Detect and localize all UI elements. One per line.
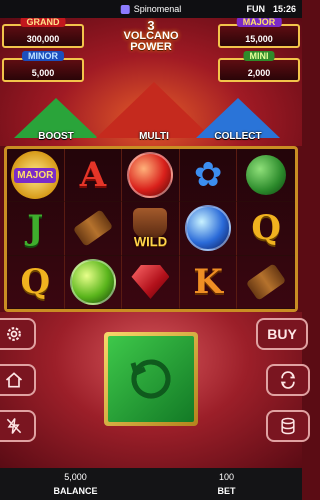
bet-label: BET xyxy=(217,486,236,496)
balance-display: 5,000 BALANCE xyxy=(0,468,151,500)
jackpot-grand: GRAND 300,000 xyxy=(2,18,84,48)
home-button[interactable] xyxy=(0,364,36,396)
symbol-j: J xyxy=(27,208,44,249)
reel-cell xyxy=(237,256,295,309)
reel-cell: Q xyxy=(237,202,295,256)
settings-button[interactable] xyxy=(0,318,36,350)
volcano-collect-label: COLLECT xyxy=(214,131,262,142)
jackpot-major-value: 15,000 xyxy=(245,34,273,44)
symbol-q: Q xyxy=(20,261,51,302)
volcano-boost: BOOST xyxy=(14,98,98,142)
green-orb-icon xyxy=(69,258,116,305)
buy-button[interactable]: BUY xyxy=(256,318,308,350)
spin-button[interactable] xyxy=(104,332,198,426)
reel-cell: ✿ xyxy=(179,149,238,203)
reel-grid: MAJOR A ✿ J WILD Q Q K xyxy=(4,146,298,312)
jackpot-major: MAJOR 15,000 xyxy=(218,18,300,48)
gear-icon xyxy=(7,327,21,341)
reel-cell: WILD xyxy=(122,202,180,256)
app-name: Spinomenal xyxy=(133,4,182,14)
coin-stack-icon xyxy=(281,417,295,435)
volcano-multi-label: MULTI xyxy=(139,131,169,142)
reel-cell xyxy=(122,149,180,203)
wild-symbol: WILD xyxy=(133,207,168,249)
game-header: GRAND 300,000 MINOR 5,000 MAJOR 15,000 M… xyxy=(0,18,302,146)
drum-icon xyxy=(245,263,287,301)
jackpot-mini: MINI 2,000 xyxy=(218,51,300,82)
drum-icon xyxy=(72,209,114,248)
balance-value: 5,000 xyxy=(64,472,87,482)
red-orb-icon xyxy=(127,152,174,199)
major-coin-icon: MAJOR xyxy=(11,151,60,200)
spin-arrow-icon xyxy=(130,359,171,399)
reel-cell: K xyxy=(179,255,238,309)
coconut-drink-icon xyxy=(246,155,287,196)
spinomenal-logo-icon xyxy=(120,4,130,14)
volcano-red-icon xyxy=(96,82,212,138)
reel-cell: Q xyxy=(7,255,65,309)
control-panel: BUY xyxy=(0,312,310,468)
symbol-a: A xyxy=(79,155,107,196)
spin-button-face xyxy=(108,336,194,422)
symbol-q: Q xyxy=(251,208,281,249)
reel-cell: A xyxy=(64,149,123,203)
jackpot-mini-label: MINI xyxy=(243,51,275,61)
hibiscus-icon: ✿ xyxy=(193,156,223,195)
footer-bar: 5,000 BALANCE 100 BET xyxy=(0,468,302,500)
jackpot-minor: MINOR 5,000 xyxy=(2,51,84,82)
status-bar: Spinomenal FUN 15:26 xyxy=(0,0,302,18)
bet-coins-button[interactable] xyxy=(266,410,310,442)
jackpot-major-label: MAJOR xyxy=(236,18,282,27)
jackpot-minor-value: 5,000 xyxy=(31,68,55,78)
reel-cell: MAJOR xyxy=(7,149,65,203)
jackpot-mini-value: 2,000 xyxy=(247,68,271,78)
ruby-gem-icon xyxy=(131,264,170,299)
clock: 15:26 xyxy=(272,4,296,14)
game-title-line2: POWER xyxy=(130,41,172,53)
fun-mode-label: FUN xyxy=(246,4,265,14)
balance-label: BALANCE xyxy=(53,486,98,496)
volcano-boost-label: BOOST xyxy=(38,131,74,142)
home-icon xyxy=(5,372,23,388)
wild-label: WILD xyxy=(133,233,168,249)
autoplay-button[interactable] xyxy=(266,364,310,396)
game-title: 3 VOLCANO POWER xyxy=(100,19,202,53)
reel-cell xyxy=(64,255,123,309)
major-coin-label: MAJOR xyxy=(14,167,57,183)
jackpot-grand-value: 300,000 xyxy=(26,34,60,44)
symbol-k: K xyxy=(193,261,223,302)
autoplay-icon xyxy=(280,371,296,389)
jackpot-grand-label: GRAND xyxy=(20,18,66,27)
reel-cell xyxy=(122,255,180,309)
volcano-multi: MULTI xyxy=(96,82,212,142)
bet-value: 100 xyxy=(218,472,235,482)
lightning-off-icon xyxy=(6,418,22,434)
volcano-collect: COLLECT xyxy=(196,98,280,142)
jackpot-minor-label: MINOR xyxy=(22,51,64,61)
blue-orb-icon xyxy=(185,205,232,252)
reel-cell xyxy=(179,202,238,256)
turbo-button[interactable] xyxy=(0,410,36,442)
reel-cell: J xyxy=(7,202,65,256)
bet-display[interactable]: 100 BET xyxy=(151,468,302,500)
reel-cell xyxy=(237,149,295,203)
app-brand: Spinomenal xyxy=(120,4,182,14)
reel-cell xyxy=(64,202,123,256)
